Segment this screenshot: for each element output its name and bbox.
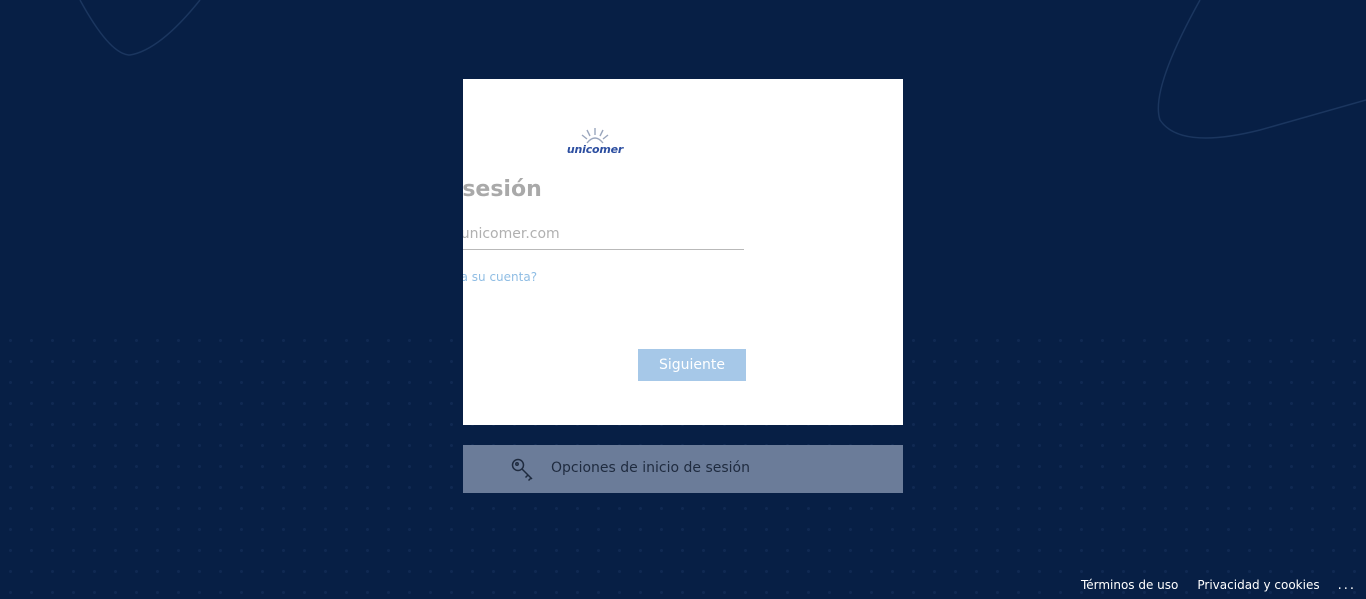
key-icon bbox=[511, 458, 533, 482]
email-field-container bbox=[463, 219, 744, 251]
signin-card-content: unicomer Iniciar sesión ¿No puede accede… bbox=[463, 79, 763, 425]
cant-access-account-link[interactable]: ¿No puede acceder a su cuenta? bbox=[463, 270, 537, 284]
page-title-text: Iniciar sesión bbox=[463, 177, 542, 202]
terms-of-use-link[interactable]: Términos de uso bbox=[1081, 578, 1178, 592]
footer: Términos de uso Privacidad y cookies ... bbox=[1062, 571, 1366, 599]
unicomer-logo: unicomer bbox=[563, 127, 627, 159]
login-page: unicomer Iniciar sesión ¿No puede accede… bbox=[0, 0, 1366, 599]
privacy-cookies-link[interactable]: Privacidad y cookies bbox=[1197, 578, 1319, 592]
email-field[interactable] bbox=[463, 219, 744, 250]
logo-text: unicomer bbox=[566, 143, 624, 156]
signin-options-label: Opciones de inicio de sesión bbox=[551, 460, 750, 476]
next-button[interactable]: Siguiente bbox=[638, 349, 746, 381]
signin-options-button[interactable]: Opciones de inicio de sesión bbox=[463, 445, 903, 493]
more-options-button[interactable]: ... bbox=[1338, 578, 1356, 593]
signin-card: unicomer Iniciar sesión ¿No puede accede… bbox=[463, 79, 903, 425]
